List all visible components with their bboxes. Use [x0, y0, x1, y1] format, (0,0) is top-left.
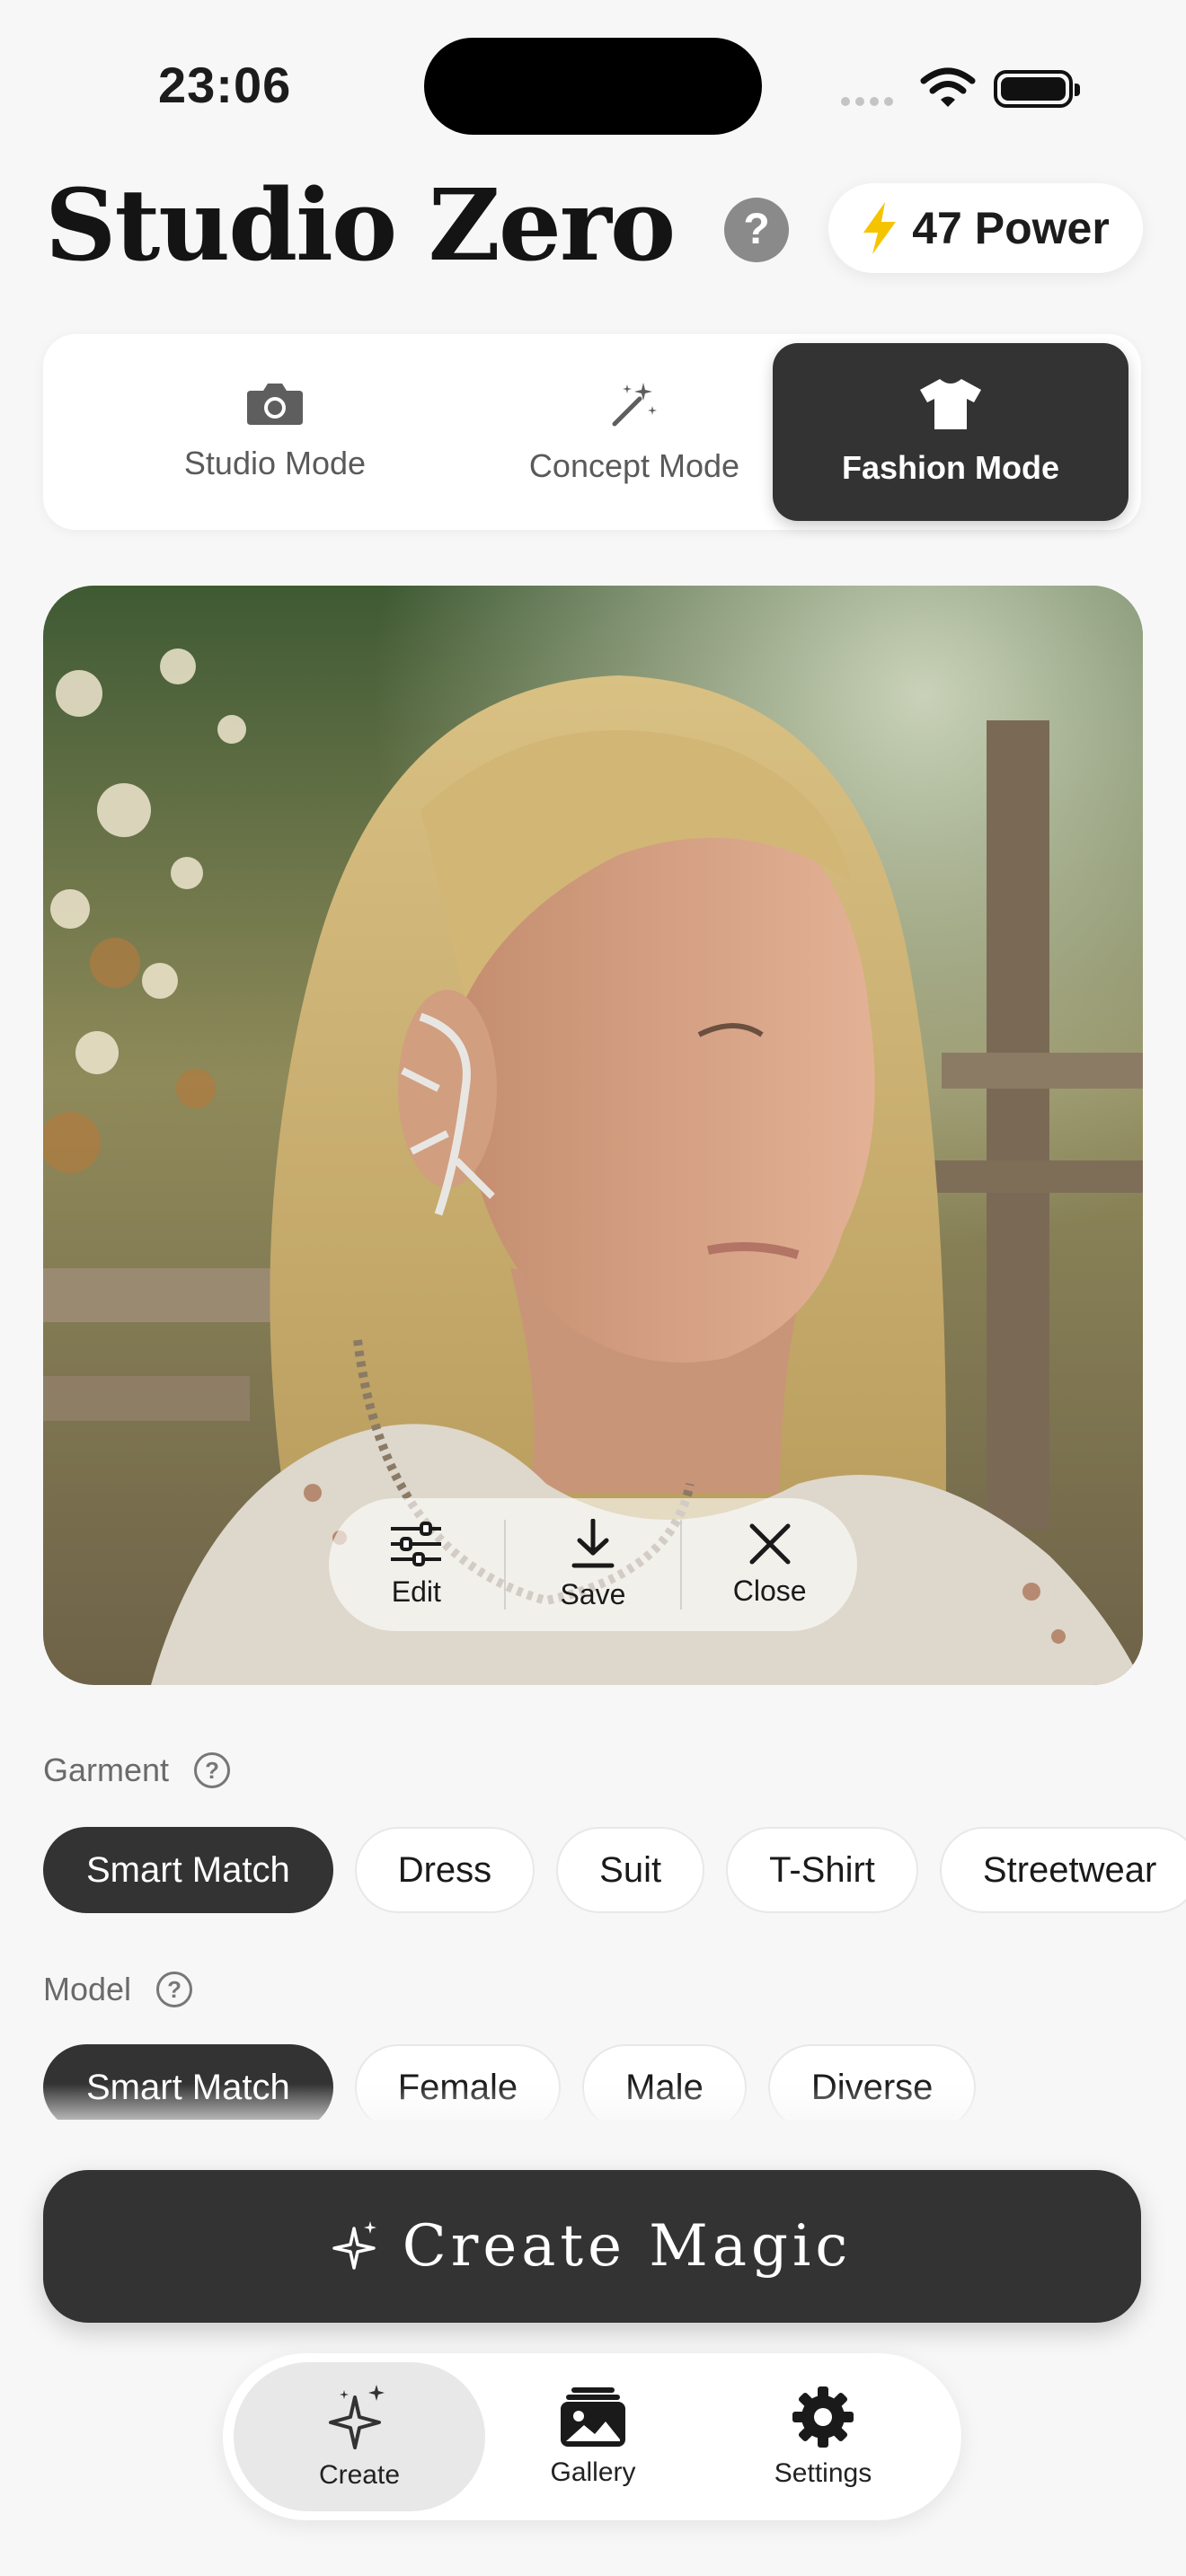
gallery-icon [561, 2387, 625, 2447]
dynamic-island [424, 38, 762, 135]
battery-icon [994, 70, 1080, 108]
garment-help-icon[interactable]: ? [194, 1752, 231, 1788]
help-button[interactable]: ? [724, 198, 789, 262]
bottom-tab-bar: Create Gallery Settings [223, 2353, 961, 2520]
close-icon [749, 1523, 791, 1564]
sliders-icon [391, 1521, 442, 1566]
garment-chip-smart-match[interactable]: Smart Match [43, 1827, 333, 1913]
save-button[interactable]: Save [506, 1498, 681, 1631]
tab-label: Gallery [550, 2457, 636, 2487]
image-action-bar: Edit Save Close [329, 1498, 857, 1631]
tab-studio-mode[interactable]: Studio Mode [97, 343, 453, 521]
mode-label: Studio Mode [183, 445, 367, 481]
download-icon [571, 1518, 615, 1567]
garment-label: Garment [43, 1751, 170, 1788]
magic-wand-icon [612, 383, 657, 427]
app-title: Studio Zero [45, 167, 676, 283]
save-label: Save [560, 1577, 626, 1610]
power-label: 47 Power [912, 203, 1110, 253]
gear-icon [792, 2386, 854, 2448]
garment-chip-streetwear[interactable]: Streetwear [939, 1827, 1186, 1913]
tab-gallery[interactable]: Gallery [467, 2362, 719, 2511]
edit-button[interactable]: Edit [329, 1498, 504, 1631]
close-label: Close [732, 1574, 807, 1607]
camera-icon [247, 384, 303, 425]
garment-section-label: Garment ? [43, 1751, 231, 1789]
create-label: Create Magic [402, 2213, 853, 2280]
scroll-fade [0, 2084, 1186, 2138]
tab-settings[interactable]: Settings [697, 2362, 949, 2511]
model-label: Model [43, 1971, 132, 2007]
edit-label: Edit [391, 1575, 441, 1608]
sparkles-icon [329, 2385, 385, 2449]
create-magic-button[interactable]: Create Magic [43, 2170, 1141, 2323]
mode-label: Concept Mode [528, 447, 740, 484]
lightning-icon [863, 202, 897, 254]
garment-chip-t-shirt[interactable]: T-Shirt [726, 1827, 918, 1913]
garment-options: Smart Match Dress Suit T-Shirt Streetwea… [43, 1827, 1186, 1913]
sparkles-icon [332, 2221, 376, 2270]
wifi-icon [920, 67, 976, 107]
garment-chip-suit[interactable]: Suit [556, 1827, 705, 1913]
tab-label: Create [318, 2460, 401, 2490]
mode-label: Fashion Mode [842, 449, 1059, 486]
garment-chip-dress[interactable]: Dress [354, 1827, 535, 1913]
tshirt-icon [920, 379, 981, 429]
model-help-icon[interactable]: ? [156, 1972, 193, 2007]
mode-selector: Studio Mode Concept Mode Fashion Mode [43, 334, 1141, 530]
tab-create[interactable]: Create [234, 2362, 485, 2511]
close-button[interactable]: Close [682, 1498, 857, 1631]
status-time: 23:06 [158, 57, 292, 113]
tab-label: Settings [774, 2458, 872, 2488]
tab-fashion-mode[interactable]: Fashion Mode [773, 343, 1128, 521]
tab-concept-mode[interactable]: Concept Mode [456, 343, 812, 521]
power-balance-button[interactable]: 47 Power [828, 183, 1143, 273]
model-section-label: Model ? [43, 1971, 193, 2008]
